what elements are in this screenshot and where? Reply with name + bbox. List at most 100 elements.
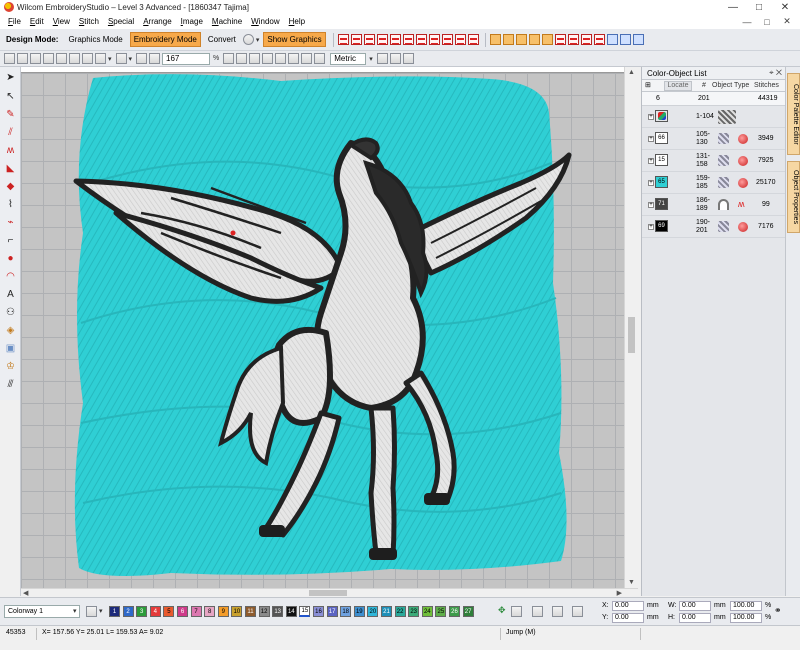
color-chip[interactable]: 18: [340, 606, 352, 617]
doc-restore-button[interactable]: □: [760, 14, 774, 29]
expand-icon[interactable]: +: [648, 180, 654, 186]
triple-run-icon[interactable]: [376, 34, 388, 45]
lettering-icon[interactable]: A: [4, 288, 17, 301]
panel-pin-icon[interactable]: ⌖ ✕: [769, 68, 782, 78]
list-item[interactable]: + 66 105-130 3949: [642, 128, 785, 150]
doc-minimize-button[interactable]: —: [740, 14, 754, 29]
color-chip[interactable]: 23: [408, 606, 420, 617]
menu-image[interactable]: Image: [181, 17, 203, 26]
color-chip[interactable]: 1: [109, 606, 120, 617]
lock-proportions-icon[interactable]: ⚭: [774, 606, 782, 615]
colorway-select[interactable]: Colorway 1: [4, 605, 80, 618]
satin-column-icon[interactable]: ⌁: [4, 216, 17, 229]
pen-icon[interactable]: ✎: [4, 108, 17, 121]
effects-icon[interactable]: [489, 34, 501, 45]
print-icon[interactable]: [43, 53, 54, 64]
color-chip[interactable]: 11: [245, 606, 256, 617]
color-chip[interactable]: 16: [313, 606, 324, 617]
arc-icon[interactable]: ◠: [4, 270, 17, 283]
color-chip[interactable]: 21: [381, 606, 392, 617]
locate-button[interactable]: Locate: [664, 81, 692, 91]
density-icon[interactable]: [554, 34, 566, 45]
motif-icon[interactable]: [467, 34, 479, 45]
zigzag-icon[interactable]: [428, 34, 440, 45]
tatami-stitch-icon[interactable]: [350, 34, 362, 45]
menu-arrange[interactable]: Arrange: [143, 17, 171, 26]
pull-compensation-icon[interactable]: [541, 34, 553, 45]
color-chip[interactable]: 4: [149, 606, 161, 617]
column-header-stitches[interactable]: Stitches: [754, 82, 779, 89]
expand-icon[interactable]: +: [648, 114, 654, 120]
column-header-number[interactable]: #: [702, 82, 706, 89]
expand-all-icon[interactable]: ⊞: [645, 82, 651, 90]
color-chip[interactable]: 15: [299, 606, 311, 617]
list-item[interactable]: + 65 159-185 25170: [642, 172, 785, 194]
menu-special[interactable]: Special: [108, 17, 134, 26]
stemstitch-icon[interactable]: [402, 34, 414, 45]
palette-icon[interactable]: [86, 606, 97, 617]
scroll-down-icon[interactable]: ▼: [628, 579, 635, 586]
redo-dropdown-icon[interactable]: ▾: [129, 55, 133, 63]
info-icon[interactable]: [376, 53, 388, 64]
tab-color-palette-editor[interactable]: Color Palette Editor: [787, 73, 800, 155]
color-chip[interactable]: 7: [190, 606, 202, 617]
x-input[interactable]: 0.00: [612, 601, 644, 611]
list-item[interactable]: + 15 131-158 7925: [642, 150, 785, 172]
scroll-up-icon[interactable]: ▲: [628, 69, 635, 76]
design-canvas[interactable]: [21, 73, 624, 588]
maximize-button[interactable]: □: [748, 0, 770, 14]
realistic-view-icon[interactable]: [619, 34, 631, 45]
menu-view[interactable]: View: [53, 17, 70, 26]
menu-window[interactable]: Window: [251, 17, 279, 26]
run-icon[interactable]: ⌇: [4, 198, 17, 211]
column-b-icon[interactable]: ʍ: [4, 144, 17, 157]
color-chip[interactable]: 14: [285, 606, 297, 617]
color-chip[interactable]: 24: [421, 606, 433, 617]
menu-edit[interactable]: Edit: [30, 17, 44, 26]
applique-icon[interactable]: ◈: [4, 324, 17, 337]
color-wheel-icon[interactable]: [389, 53, 401, 64]
undo-icon[interactable]: [95, 53, 106, 64]
line-icon[interactable]: ⌐: [4, 234, 17, 247]
palette-dropdown-icon[interactable]: ▾: [99, 607, 103, 615]
column-a-icon[interactable]: ⫽: [4, 126, 17, 139]
cycle-color-icon[interactable]: [511, 606, 522, 617]
monogram-icon[interactable]: ⚇: [4, 306, 17, 319]
menu-stitch[interactable]: Stitch: [79, 17, 99, 26]
select-arrow-icon[interactable]: ➤: [4, 71, 17, 84]
scroll-left-icon[interactable]: ◀: [23, 589, 28, 597]
color-chip[interactable]: 13: [272, 606, 284, 617]
horizontal-scroll-thumb[interactable]: [309, 590, 347, 596]
doc-close-button[interactable]: ✕: [780, 14, 794, 29]
menu-machine[interactable]: Machine: [212, 17, 242, 26]
cut-icon[interactable]: [56, 53, 67, 64]
trim-icon[interactable]: [567, 34, 579, 45]
texture-icon[interactable]: [502, 34, 514, 45]
hoop-icon[interactable]: [236, 53, 248, 64]
circle-icon[interactable]: ●: [4, 252, 17, 265]
team-names-icon[interactable]: ♔: [4, 360, 17, 373]
expand-icon[interactable]: +: [648, 224, 654, 230]
embroidery-mode-button[interactable]: Embroidery Mode: [129, 32, 201, 47]
list-item[interactable]: + 1-104: [642, 106, 785, 128]
expand-icon[interactable]: +: [648, 202, 654, 208]
new-file-icon[interactable]: [4, 53, 15, 64]
color-chip[interactable]: 3: [136, 606, 148, 617]
cutwork-icon[interactable]: ▣: [4, 342, 17, 355]
color-chip[interactable]: 19: [353, 606, 365, 617]
tab-object-properties[interactable]: Object Properties: [787, 161, 800, 233]
chevron-down-icon[interactable]: ▾: [256, 36, 260, 44]
delete-color-icon[interactable]: [532, 606, 543, 617]
slow-redraw-icon[interactable]: [314, 53, 326, 64]
save-icon[interactable]: [30, 53, 41, 64]
fill-icon[interactable]: [454, 34, 466, 45]
menu-help[interactable]: Help: [289, 17, 305, 26]
zoom-input[interactable]: 167: [162, 52, 211, 65]
expand-icon[interactable]: +: [648, 136, 654, 142]
tie-off-icon[interactable]: [593, 34, 605, 45]
minimize-button[interactable]: —: [722, 0, 744, 14]
measure-icon[interactable]: [262, 53, 274, 64]
open-folder-icon[interactable]: [17, 53, 28, 64]
tie-in-icon[interactable]: [580, 34, 592, 45]
auto-digitize-icon[interactable]: ⫻: [4, 378, 17, 391]
